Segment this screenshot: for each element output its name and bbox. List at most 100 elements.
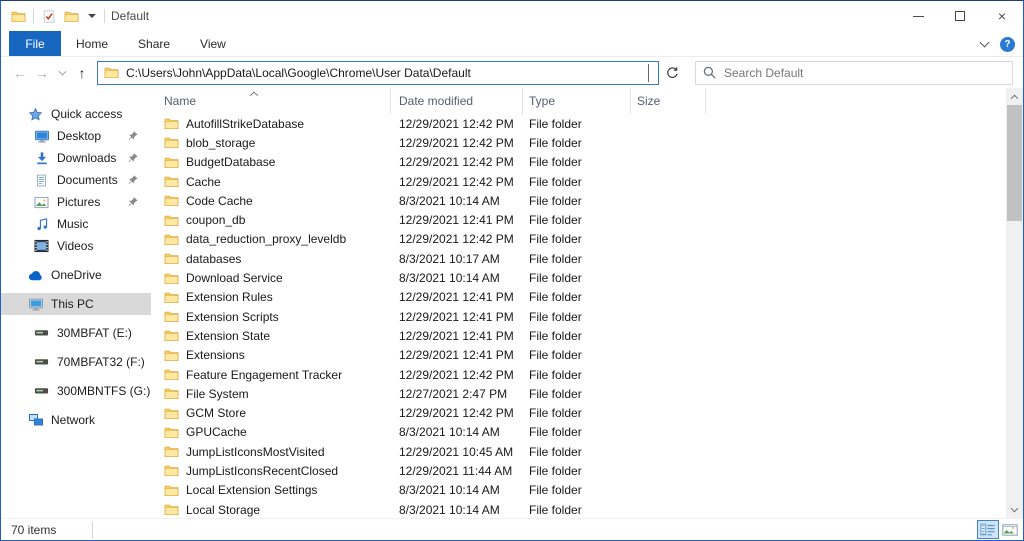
column-header-type[interactable]: Type <box>523 88 631 114</box>
monitor-blue-icon <box>33 128 50 144</box>
sidebar-item-300mbntfs-g[interactable]: 300MBNTFS (G:) <box>1 380 151 402</box>
sidebar-item-network[interactable]: Network <box>1 409 151 431</box>
sidebar-item-label: Documents <box>57 173 118 187</box>
table-row[interactable]: GCM Store12/29/2021 12:42 PMFile folder <box>151 403 1006 422</box>
close-button[interactable]: × <box>981 1 1023 31</box>
folder-icon <box>164 156 179 169</box>
sidebar-item-videos[interactable]: Videos <box>1 235 151 257</box>
file-type: File folder <box>523 194 631 208</box>
table-row[interactable]: AutofillStrikeDatabase12/29/2021 12:42 P… <box>151 114 1006 133</box>
folder-icon <box>164 349 179 362</box>
monitor-gray-icon <box>27 296 44 312</box>
sidebar-item-quick-access[interactable]: Quick access <box>1 103 151 125</box>
sidebar-item-desktop[interactable]: Desktop <box>1 125 151 147</box>
sidebar-item-documents[interactable]: Documents <box>1 169 151 191</box>
help-icon[interactable]: ? <box>1000 37 1015 52</box>
tab-view[interactable]: View <box>185 31 241 56</box>
table-row[interactable]: BudgetDatabase12/29/2021 12:42 PMFile fo… <box>151 153 1006 172</box>
address-path[interactable]: C:\Users\John\AppData\Local\Google\Chrom… <box>126 66 645 80</box>
separator <box>33 9 34 23</box>
table-row[interactable]: Extension Rules12/29/2021 12:41 PMFile f… <box>151 288 1006 307</box>
sidebar-item-downloads[interactable]: Downloads <box>1 147 151 169</box>
table-row[interactable]: Extension Scripts12/29/2021 12:41 PMFile… <box>151 307 1006 326</box>
file-name: Feature Engagement Tracker <box>186 368 342 382</box>
sort-ascending-icon <box>248 89 260 99</box>
table-row[interactable]: Cache12/29/2021 12:42 PMFile folder <box>151 172 1006 191</box>
table-row[interactable]: Local Extension Settings8/3/2021 10:14 A… <box>151 481 1006 500</box>
sidebar-item-music[interactable]: Music <box>1 213 151 235</box>
vertical-scrollbar[interactable] <box>1006 88 1023 518</box>
search-input[interactable] <box>724 66 1006 80</box>
file-date-modified: 12/29/2021 12:41 PM <box>391 310 523 324</box>
maximize-button[interactable] <box>939 1 981 31</box>
address-bar[interactable]: C:\Users\John\AppData\Local\Google\Chrom… <box>97 61 659 85</box>
drive-icon <box>33 383 50 399</box>
scrollbar-thumb[interactable] <box>1007 105 1022 221</box>
tab-share[interactable]: Share <box>123 31 185 56</box>
music-icon <box>33 216 50 232</box>
sidebar-item-onedrive[interactable]: OneDrive <box>1 264 151 286</box>
column-header-date-modified[interactable]: Date modified <box>391 88 523 114</box>
file-type: File folder <box>523 252 631 266</box>
table-row[interactable]: blob_storage12/29/2021 12:42 PMFile fold… <box>151 133 1006 152</box>
table-row[interactable]: coupon_db12/29/2021 12:41 PMFile folder <box>151 210 1006 229</box>
up-button[interactable]: ↑ <box>71 61 93 85</box>
minimize-button[interactable] <box>897 1 939 31</box>
file-date-modified: 12/27/2021 2:47 PM <box>391 387 523 401</box>
table-row[interactable]: Download Service8/3/2021 10:14 AMFile fo… <box>151 268 1006 287</box>
thumbnail-view-button[interactable] <box>999 520 1021 539</box>
table-row[interactable]: Feature Engagement Tracker12/29/2021 12:… <box>151 365 1006 384</box>
refresh-button[interactable] <box>659 61 685 85</box>
sidebar-item-this-pc[interactable]: This PC <box>1 293 151 315</box>
file-name: GPUCache <box>186 425 247 439</box>
table-row[interactable]: databases8/3/2021 10:17 AMFile folder <box>151 249 1006 268</box>
sidebar-item-label: 30MBFAT (E:) <box>57 326 132 340</box>
file-name: Code Cache <box>186 194 253 208</box>
column-header-label: Type <box>529 94 555 108</box>
download-arrow-icon <box>33 150 50 166</box>
search-box[interactable] <box>695 61 1013 85</box>
new-folder-icon[interactable] <box>63 8 80 24</box>
file-name: JumpListIconsRecentClosed <box>186 464 338 478</box>
file-name: GCM Store <box>186 406 246 420</box>
ribbon-tab-row: File Home Share View ? <box>1 31 1023 57</box>
table-row[interactable]: JumpListIconsRecentClosed12/29/2021 11:4… <box>151 461 1006 480</box>
scroll-up-icon[interactable] <box>1006 88 1023 105</box>
sidebar-item-label: Videos <box>57 239 93 253</box>
column-headers: Name Date modified Type Size <box>151 88 1023 114</box>
table-row[interactable]: Local Storage8/3/2021 10:14 AMFile folde… <box>151 500 1006 518</box>
tab-file[interactable]: File <box>9 31 61 56</box>
table-row[interactable]: Code Cache8/3/2021 10:14 AMFile folder <box>151 191 1006 210</box>
column-header-name[interactable]: Name <box>151 88 391 114</box>
properties-icon[interactable] <box>40 8 57 24</box>
table-row[interactable]: data_reduction_proxy_leveldb12/29/2021 1… <box>151 230 1006 249</box>
file-type: File folder <box>523 175 631 189</box>
column-header-size[interactable]: Size <box>631 88 706 114</box>
column-header-label: Name <box>164 94 196 108</box>
table-row[interactable]: GPUCache8/3/2021 10:14 AMFile folder <box>151 423 1006 442</box>
file-type: File folder <box>523 310 631 324</box>
file-type: File folder <box>523 155 631 169</box>
back-button[interactable]: ← <box>9 61 31 85</box>
explorer-window: Default × File Home Share View ? ← → ↑ C… <box>0 0 1024 541</box>
file-type: File folder <box>523 406 631 420</box>
status-bar: 70 items <box>1 518 1023 540</box>
items-count: 70 items <box>11 523 56 537</box>
file-date-modified: 12/29/2021 12:42 PM <box>391 155 523 169</box>
table-row[interactable]: JumpListIconsMostVisited12/29/2021 10:45… <box>151 442 1006 461</box>
address-dropdown-icon[interactable] <box>645 64 652 82</box>
file-type: File folder <box>523 271 631 285</box>
forward-button[interactable]: → <box>31 61 53 85</box>
expand-ribbon-icon[interactable] <box>980 38 990 48</box>
table-row[interactable]: File System12/27/2021 2:47 PMFile folder <box>151 384 1006 403</box>
sidebar-item-70mbfat32-f[interactable]: 70MBFAT32 (F:) <box>1 351 151 373</box>
qat-dropdown-icon[interactable] <box>88 14 96 18</box>
scroll-down-icon[interactable] <box>1006 501 1023 518</box>
tab-home[interactable]: Home <box>61 31 123 56</box>
table-row[interactable]: Extension State12/29/2021 12:41 PMFile f… <box>151 326 1006 345</box>
sidebar-item-pictures[interactable]: Pictures <box>1 191 151 213</box>
table-row[interactable]: Extensions12/29/2021 12:41 PMFile folder <box>151 346 1006 365</box>
details-view-button[interactable] <box>977 520 999 539</box>
recent-locations-icon[interactable] <box>53 71 71 75</box>
sidebar-item-30mbfat-e[interactable]: 30MBFAT (E:) <box>1 322 151 344</box>
